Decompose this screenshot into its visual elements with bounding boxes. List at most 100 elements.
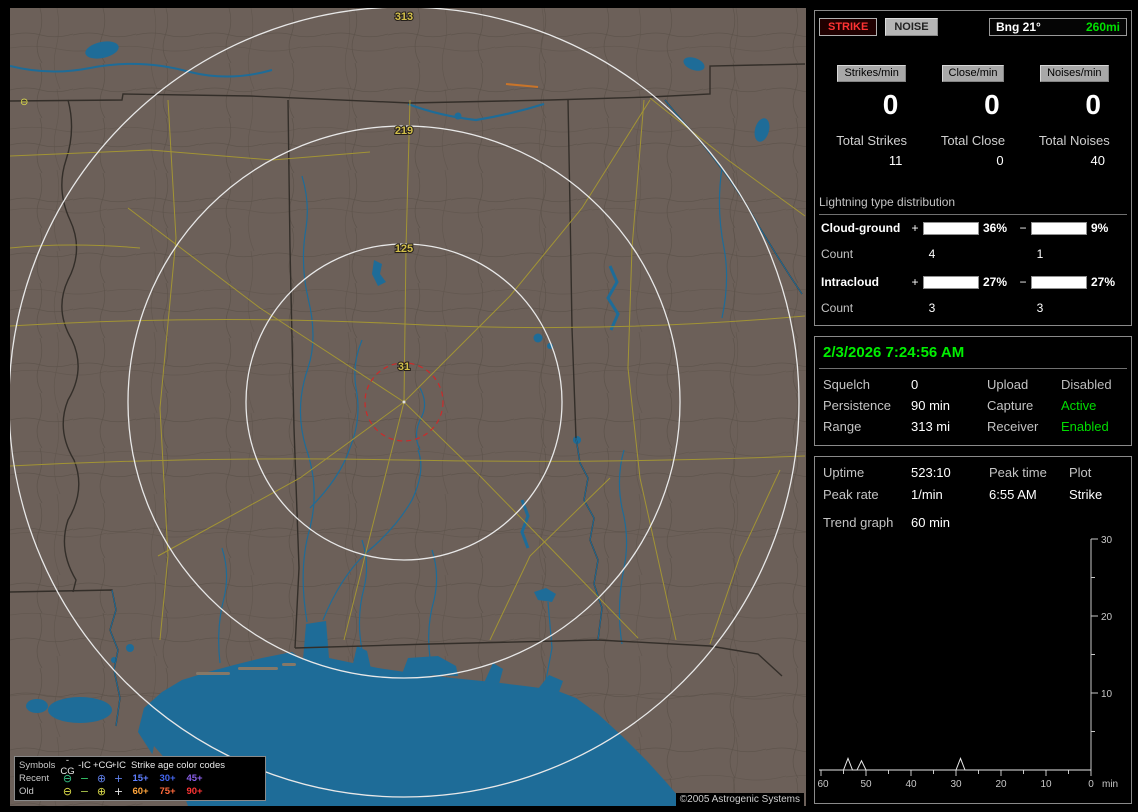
age-30: 30+ bbox=[159, 773, 176, 784]
trend-graph: 30 20 10 60 50 40 30 20 10 0 min bbox=[817, 535, 1118, 790]
neg-cg-bar bbox=[1031, 221, 1087, 235]
ring-label-125: 125 bbox=[395, 243, 413, 255]
plus-sign: + bbox=[911, 221, 919, 235]
receiver-label: Receiver bbox=[987, 419, 1039, 434]
legend-col-neg-ic: -IC bbox=[78, 760, 91, 771]
strike-indicator-button[interactable]: STRIKE bbox=[819, 18, 878, 36]
svg-text:0: 0 bbox=[1088, 779, 1094, 790]
totals-values-row: 11 0 40 bbox=[821, 153, 1125, 168]
trend-y-tick-labels: 30 20 10 bbox=[1101, 535, 1113, 700]
trend-window-value: 60 min bbox=[911, 515, 951, 530]
range-value: 313 mi bbox=[911, 419, 951, 434]
age-60: 60+ bbox=[132, 786, 149, 797]
svg-text:50: 50 bbox=[860, 779, 872, 790]
total-strikes-label: Total Strikes bbox=[836, 133, 908, 148]
peak-rate-value: 1/min bbox=[911, 487, 943, 502]
age-75: 75+ bbox=[159, 786, 176, 797]
trend-x-tick-labels: 60 50 40 30 20 10 0 min bbox=[817, 779, 1118, 790]
intracloud-label: Intracloud bbox=[821, 275, 880, 289]
close-per-min-button[interactable]: Close/min bbox=[941, 64, 1005, 82]
cloud-ground-label: Cloud-ground bbox=[821, 221, 901, 235]
app-window: 313 219 125 31 ⊖ Symbols -CG -IC +CG +IC… bbox=[0, 0, 1138, 812]
strikes-per-min-button[interactable]: Strikes/min bbox=[837, 64, 906, 82]
ring-label-219: 219 bbox=[395, 125, 413, 137]
copyright-notice: ©2005 Astrogenic Systems bbox=[675, 793, 804, 806]
legend-symbols-label: Symbols bbox=[19, 760, 56, 771]
old-neg-ic-icon: − bbox=[79, 785, 90, 798]
indicator-bar: STRIKE NOISE Bng 21° 260mi bbox=[819, 18, 1127, 36]
peak-rate-row: Peak rate 1/min 6:55 AM Strike bbox=[823, 487, 1125, 502]
divider bbox=[819, 368, 1127, 369]
cloud-ground-count-row: Count 4 1 bbox=[821, 247, 1125, 261]
map-legend: Symbols -CG -IC +CG +IC Strike age color… bbox=[14, 755, 266, 801]
map-canvas: 313 219 125 31 ⊖ bbox=[10, 8, 806, 806]
range-label: Range bbox=[823, 419, 862, 434]
minus-sign: − bbox=[1019, 221, 1027, 235]
receiver-location-dot bbox=[402, 400, 406, 404]
total-strikes-value: 11 bbox=[888, 153, 903, 168]
peak-rate-label: Peak rate bbox=[823, 487, 879, 502]
upload-label: Upload bbox=[987, 377, 1029, 392]
recent-neg-ic-icon: − bbox=[79, 772, 90, 785]
receiver-status: Enabled bbox=[1061, 419, 1109, 434]
minus-sign: − bbox=[1019, 275, 1027, 289]
svg-text:20: 20 bbox=[1101, 612, 1113, 623]
neg-cg-percent: 9% bbox=[1091, 221, 1109, 235]
svg-text:30: 30 bbox=[1101, 535, 1113, 546]
svg-text:60: 60 bbox=[817, 779, 829, 790]
noises-per-min-button[interactable]: Noises/min bbox=[1040, 64, 1109, 82]
clock-settings-panel: 2/3/2026 7:24:56 AM Squelch 0 Upload Dis… bbox=[814, 336, 1132, 446]
noise-indicator-button[interactable]: NOISE bbox=[885, 18, 938, 36]
noises-per-min-value: 0 bbox=[1085, 89, 1101, 120]
squelch-value: 0 bbox=[911, 377, 919, 392]
strike-symbol-old-negative-cg: ⊖ bbox=[20, 97, 28, 108]
recent-pos-ic-icon: + bbox=[113, 772, 124, 785]
old-neg-cg-icon: ⊖ bbox=[62, 785, 73, 798]
totals-labels-row: Total Strikes Total Close Total Noises bbox=[821, 133, 1125, 148]
rate-values-row: 0 0 0 bbox=[821, 89, 1125, 121]
strike-stats-panel: STRIKE NOISE Bng 21° 260mi Strikes/min C… bbox=[814, 10, 1132, 326]
lightning-map[interactable]: 313 219 125 31 ⊖ Symbols -CG -IC +CG +IC… bbox=[10, 8, 806, 806]
capture-status: Active bbox=[1061, 398, 1097, 413]
neg-ic-percent: 27% bbox=[1091, 275, 1116, 289]
svg-text:40: 40 bbox=[905, 779, 917, 790]
bearing-display: Bng 21° 260mi bbox=[989, 18, 1127, 36]
neg-ic-bar bbox=[1031, 275, 1087, 289]
squelch-label: Squelch bbox=[823, 377, 870, 392]
svg-text:30: 30 bbox=[950, 779, 962, 790]
pos-ic-percent: 27% bbox=[983, 275, 1008, 289]
total-noises-label: Total Noises bbox=[1038, 133, 1110, 148]
date-time-display: 2/3/2026 7:24:56 AM bbox=[823, 344, 965, 361]
old-pos-ic-icon: + bbox=[113, 785, 124, 798]
old-pos-cg-icon: ⊕ bbox=[96, 785, 107, 798]
intracloud-count-row: Count 3 3 bbox=[821, 301, 1125, 315]
legend-age-header: Strike age color codes bbox=[131, 760, 225, 771]
range-receiver-row: Range 313 mi Receiver Enabled bbox=[823, 419, 1125, 434]
age-15: 15+ bbox=[132, 773, 149, 784]
capture-label: Capture bbox=[987, 398, 1034, 413]
neg-cg-count: 1 bbox=[1036, 247, 1044, 261]
legend-recent-row: Recent ⊖ − ⊕ + 15+ 30+ 45+ bbox=[19, 772, 261, 785]
pos-cg-count: 4 bbox=[928, 247, 936, 261]
intracloud-row: Intracloud + 27% − 27% bbox=[821, 275, 1125, 289]
svg-text:10: 10 bbox=[1040, 779, 1052, 790]
plot-label: Plot bbox=[1069, 465, 1092, 480]
svg-text:10: 10 bbox=[1101, 689, 1113, 700]
bearing-value: Bng 21° bbox=[996, 20, 1041, 34]
trend-graph-row: Trend graph 60 min bbox=[823, 515, 1125, 530]
plus-sign: + bbox=[911, 275, 919, 289]
legend-old-row: Old ⊖ − ⊕ + 60+ 75+ 90+ bbox=[19, 785, 261, 798]
legend-col-pos-ic: +IC bbox=[110, 760, 127, 771]
count-label: Count bbox=[821, 247, 854, 261]
trend-plot-line bbox=[819, 757, 1091, 771]
upload-status: Disabled bbox=[1061, 377, 1112, 392]
legend-col-pos-cg: +CG bbox=[93, 760, 113, 771]
svg-text:20: 20 bbox=[995, 779, 1007, 790]
legend-header-row: Symbols -CG -IC +CG +IC Strike age color… bbox=[19, 755, 261, 777]
trend-axes bbox=[819, 538, 1098, 776]
bearing-range-value: 260mi bbox=[1085, 20, 1120, 34]
close-per-min-value: 0 bbox=[984, 89, 1000, 120]
peak-time-value: 6:55 AM bbox=[989, 487, 1037, 502]
distribution-title: Lightning type distribution bbox=[819, 195, 1127, 215]
plot-mode-value: Strike bbox=[1069, 487, 1103, 502]
